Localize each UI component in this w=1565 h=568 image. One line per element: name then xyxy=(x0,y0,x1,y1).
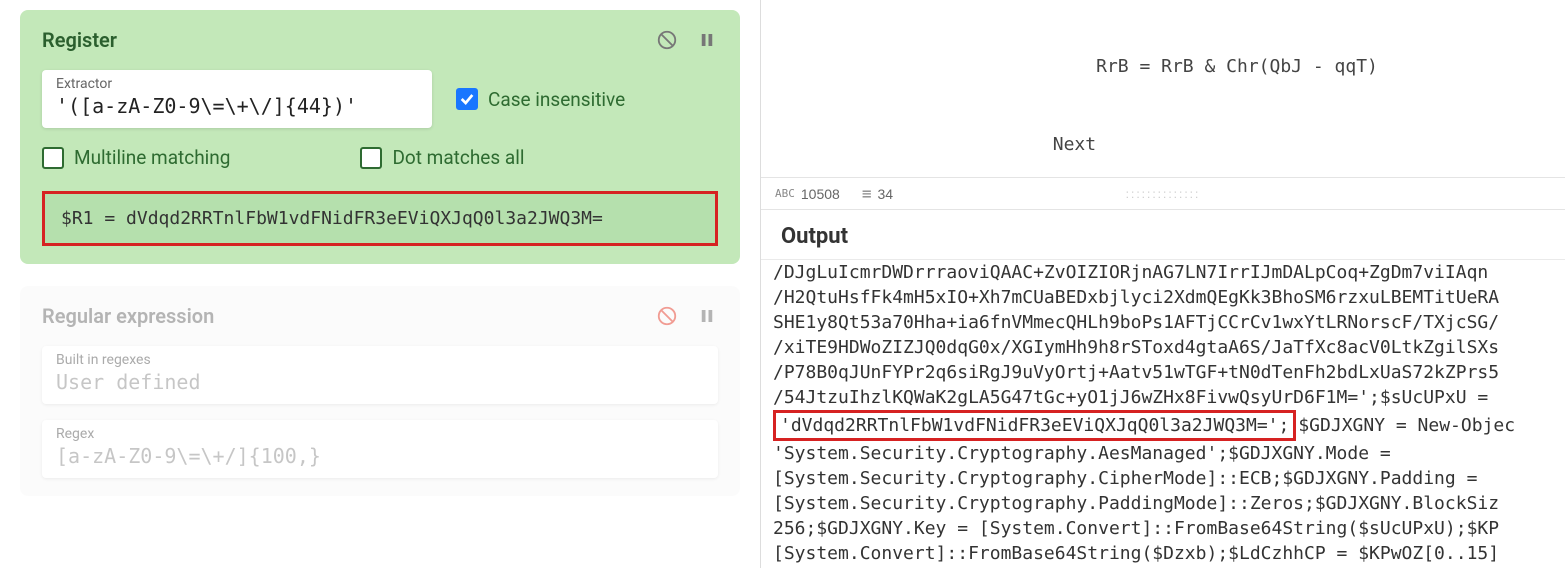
pause-icon[interactable] xyxy=(696,305,718,327)
code-line: Next xyxy=(771,132,1555,158)
dot-matches-checkbox[interactable] xyxy=(360,147,382,169)
output-highlight-line: 'dVdqd2RRTnlFbW1vdFNidFR3eEViQXJqQ0l3a2J… xyxy=(773,410,1553,441)
builtin-regex-label: Built in regexes xyxy=(56,352,704,368)
regex-input[interactable]: Regex [a-zA-Z0-9\=\+/]{100,} xyxy=(42,420,718,478)
regex-card-actions xyxy=(656,305,718,327)
case-insensitive-label: Case insensitive xyxy=(488,88,625,111)
register-options-row: Multiline matching Dot matches all xyxy=(42,146,718,169)
dot-matches-label: Dot matches all xyxy=(392,146,524,169)
output-line: [System.Security.Cryptography.CipherMode… xyxy=(773,466,1553,491)
output-line: SHE1y8Qt53a70Hha+ia6fnVMmecQHLh9boPs1AFT… xyxy=(773,310,1553,335)
disable-icon[interactable] xyxy=(656,305,678,327)
regex-header: Regular expression xyxy=(42,304,718,328)
output-line: /P78B0qJUnFYPr2q6siRgJ9uVyOrtj+Aatv51wTG… xyxy=(773,360,1553,385)
dot-matches-option[interactable]: Dot matches all xyxy=(360,146,524,169)
output-line: /H2QtuHsfFk4mH5xIO+Xh7mCUaBEDxbjlyci2Xdm… xyxy=(773,285,1553,310)
char-count-value: 10508 xyxy=(801,186,840,202)
builtin-regex-input[interactable]: Built in regexes User defined xyxy=(42,346,718,404)
output-line: /xiTE9HDWoZIZJQ0dqG0x/XGIymHh9h8rSToxd4g… xyxy=(773,335,1553,360)
regex-label: Regex xyxy=(56,426,704,442)
output-line: /DJgLuIcmrDWDrrraoviQAAC+ZvOIZIORjnAG7LN… xyxy=(773,260,1553,285)
register-card-actions xyxy=(656,29,718,51)
builtin-regex-value: User defined xyxy=(56,370,201,394)
code-line: RrB = RrB & Chr(QbJ - qqT) xyxy=(771,54,1555,80)
disable-icon[interactable] xyxy=(656,29,678,51)
multiline-label: Multiline matching xyxy=(74,146,230,169)
line-count-icon: ≡ xyxy=(862,184,872,203)
pause-icon[interactable] xyxy=(696,29,718,51)
line-count-status: ≡ 34 xyxy=(862,184,893,203)
extractor-input[interactable]: Extractor '([a-zA-Z0-9\=\+\/]{44})' xyxy=(42,70,432,128)
right-panel: RrB = RrB & Chr(QbJ - qqT) Next ABC 1050… xyxy=(760,0,1565,568)
regex-card: Regular expression Built in regexes User… xyxy=(20,286,740,496)
output-title: Output xyxy=(761,210,1565,259)
output-line: [System.Security.Cryptography.PaddingMod… xyxy=(773,491,1553,516)
multiline-checkbox[interactable] xyxy=(42,147,64,169)
extractor-row: Extractor '([a-zA-Z0-9\=\+\/]{44})' Case… xyxy=(42,70,718,128)
register-result: $R1 = dVdqd2RRTnlFbW1vdFNidFR3eEViQXJqQ0… xyxy=(42,191,718,246)
extractor-label: Extractor xyxy=(56,76,418,92)
multiline-option[interactable]: Multiline matching xyxy=(42,146,230,169)
register-header: Register xyxy=(42,28,718,52)
output-line: 'System.Security.Cryptography.AesManaged… xyxy=(773,441,1553,466)
register-card: Register Extractor '([a-zA-Z0-9\=\+\/]{4… xyxy=(20,10,740,264)
char-count-status: ABC 10508 xyxy=(775,186,840,202)
output-line-tail: $GDJXGNY = New-Objec xyxy=(1298,415,1515,436)
output-line: 256;$GDJXGNY.Key = [System.Convert]::Fro… xyxy=(773,516,1553,541)
output-line: /54JtzuIhzlKQWaK2gLA5G47tGc+yO1jJ6wZHx8F… xyxy=(773,385,1553,410)
regex-value: [a-zA-Z0-9\=\+/]{100,} xyxy=(56,444,321,468)
register-title: Register xyxy=(42,28,117,52)
case-insensitive-checkbox[interactable] xyxy=(456,88,478,110)
source-code-snippet: RrB = RrB & Chr(QbJ - qqT) Next xyxy=(761,0,1565,177)
output-body[interactable]: /DJgLuIcmrDWDrrraoviQAAC+ZvOIZIORjnAG7LN… xyxy=(761,259,1565,568)
line-count-value: 34 xyxy=(877,186,893,202)
left-panel: Register Extractor '([a-zA-Z0-9\=\+\/]{4… xyxy=(0,0,760,568)
regex-title: Regular expression xyxy=(42,304,214,328)
extractor-value: '([a-zA-Z0-9\=\+\/]{44})' xyxy=(56,94,357,118)
output-line: [System.Convert]::FromBase64String($Dzxb… xyxy=(773,541,1553,566)
case-insensitive-option[interactable]: Case insensitive xyxy=(456,88,625,111)
char-count-icon: ABC xyxy=(775,187,795,200)
drag-handle-icon[interactable]: :::::::::::::: xyxy=(1126,187,1201,201)
output-highlighted-match: 'dVdqd2RRTnlFbW1vdFNidFR3eEViQXJqQ0l3a2J… xyxy=(773,410,1296,441)
status-bar: ABC 10508 ≡ 34 :::::::::::::: xyxy=(761,177,1565,210)
